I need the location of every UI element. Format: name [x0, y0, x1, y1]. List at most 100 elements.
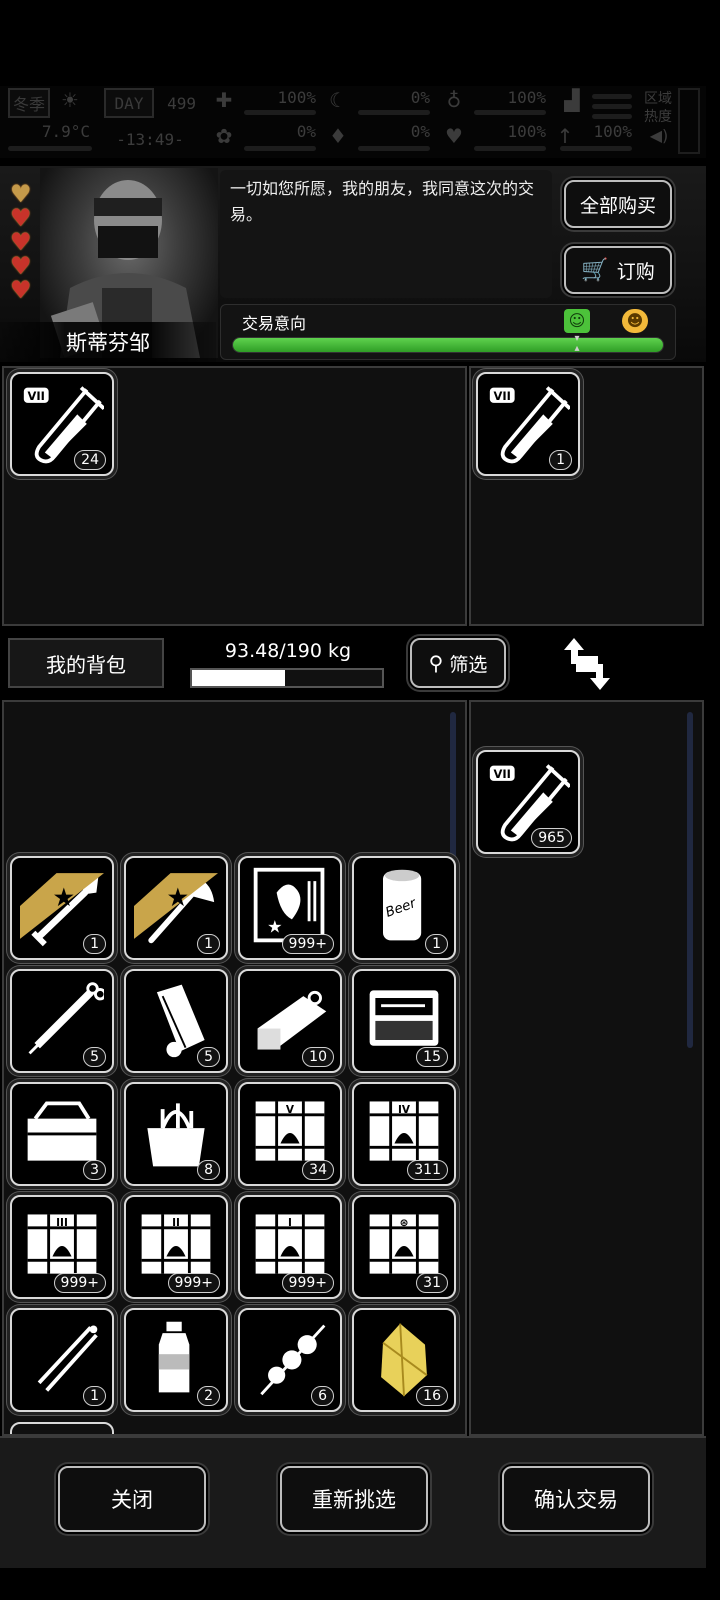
item-slot-zombie-card[interactable]: ★ 999+: [238, 856, 342, 960]
item-slot-axe[interactable]: ★ 1: [124, 856, 228, 960]
temperature-bar: [8, 146, 92, 151]
item-slot-bandage-roll[interactable]: 5: [124, 969, 228, 1073]
season-box: 冬季: [8, 88, 50, 118]
order-label: 订购: [616, 260, 655, 283]
item-quantity: 6: [311, 1386, 334, 1406]
trade-intent-fill: [233, 338, 663, 352]
zone-heat-meter: [678, 88, 700, 154]
item-quantity: 311: [407, 1160, 448, 1180]
mood-bar: [474, 146, 546, 151]
trade-intent-bar: [232, 337, 664, 353]
health-pct: 100%: [277, 88, 316, 107]
svg-text:VII: VII: [494, 767, 511, 781]
item-slot-gold-ore[interactable]: 16: [352, 1308, 456, 1412]
heart-icon: ♥: [10, 276, 32, 304]
boot-bar-2: [592, 104, 632, 109]
hunger-bar: [358, 110, 430, 115]
buy-all-button[interactable]: 全部购买: [564, 180, 672, 228]
svg-text:V: V: [286, 1104, 295, 1116]
item-slot-crate-v[interactable]: V 34: [238, 1082, 342, 1186]
item-slot-crate-i[interactable]: I 999+: [238, 1195, 342, 1299]
happy-face-icon: ☺: [564, 309, 590, 333]
item-slot-beer-can[interactable]: Beer 1: [352, 856, 456, 960]
item-slot-shovel[interactable]: ★ 1: [10, 856, 114, 960]
npc-dialog: 一切如您所愿，我的朋友，我同意这次的交易。: [220, 170, 552, 298]
thirst-bar: [358, 146, 430, 151]
item-slot-canned-food[interactable]: 10: [238, 969, 342, 1073]
sun-icon: ☀: [61, 88, 79, 112]
hunger-pct: 0%: [410, 88, 430, 107]
day-number: 499: [167, 94, 196, 113]
item-slot-toolbox[interactable]: 3: [10, 1082, 114, 1186]
boot-bar-3: [592, 114, 632, 119]
close-button[interactable]: 关闭: [58, 1466, 206, 1532]
item-quantity: 31: [416, 1273, 448, 1293]
item-slot-crate-ii[interactable]: II 999+: [124, 1195, 228, 1299]
intent-marker-icon: ▾ ▴: [574, 333, 580, 354]
item-slot-syringe[interactable]: 5: [10, 969, 114, 1073]
item-quantity: 5: [83, 1047, 106, 1067]
order-button[interactable]: 🛒 订购: [564, 246, 672, 294]
heart-icon: ♥: [445, 124, 463, 148]
season-label: 冬季: [12, 95, 45, 114]
item-slot-tool-kit[interactable]: 15: [352, 969, 456, 1073]
item-quantity: 999+: [167, 1273, 220, 1293]
heart-icon: ♥: [10, 252, 32, 280]
my-bag-label: 我的背包: [8, 638, 164, 688]
npc-name: 斯蒂芬邹: [0, 322, 216, 362]
heart-icon: ♥: [10, 228, 32, 256]
thirst-pct: 0%: [410, 122, 430, 141]
item-slot-crate-iv[interactable]: IV 311: [352, 1082, 456, 1186]
lung-icon: ♁: [446, 88, 462, 112]
inventory-scrollbar[interactable]: [450, 712, 456, 862]
offer-scrollbar[interactable]: [687, 712, 693, 1048]
arrow-up-icon: ↑: [556, 124, 574, 148]
zone-heat-label: 区域 热度: [644, 91, 672, 125]
svg-text:★: ★: [267, 918, 282, 938]
item-quantity: 1: [549, 450, 572, 470]
boot-bar-1: [592, 94, 632, 99]
day-label-box: DAY: [104, 88, 154, 118]
reselect-button[interactable]: 重新挑选: [280, 1466, 428, 1532]
item-quantity: 24: [74, 450, 106, 470]
item-quantity: 1: [83, 934, 106, 954]
speaker-icon: ◀): [649, 126, 669, 145]
item-quantity: 1: [83, 1386, 106, 1406]
item-slot-meat-skewer[interactable]: 6: [238, 1308, 342, 1412]
item-slot-vii-test-tube[interactable]: VII 24: [10, 372, 114, 476]
stomach-icon: ☾: [329, 88, 347, 112]
partial-slot-frame: [10, 1422, 114, 1434]
confirm-trade-button[interactable]: 确认交易: [502, 1466, 650, 1532]
svg-text:VII: VII: [28, 389, 45, 403]
filter-button[interactable]: ⚲ 筛选: [410, 638, 506, 688]
svg-text:★: ★: [166, 883, 189, 913]
grin-face-icon: ☻: [622, 309, 648, 333]
item-slot-vii-test-tube[interactable]: VII 965: [476, 750, 580, 854]
item-quantity: 15: [416, 1047, 448, 1067]
swap-arrows-icon[interactable]: [560, 634, 614, 694]
item-quantity: 965: [531, 828, 572, 848]
svg-text:III: III: [56, 1217, 68, 1229]
health-bar: [244, 110, 316, 115]
bleeding-pct: 0%: [296, 122, 316, 141]
item-slot-tongs[interactable]: 1: [10, 1308, 114, 1412]
item-slot-water-bottle[interactable]: 2: [124, 1308, 228, 1412]
item-quantity: 999+: [53, 1273, 106, 1293]
medkit-icon: ✚: [215, 88, 233, 112]
bag-weight-fill: [192, 670, 286, 686]
upgrade-bar: [560, 146, 632, 151]
svg-text:I: I: [288, 1217, 292, 1229]
item-slot-tool-bag[interactable]: 8: [124, 1082, 228, 1186]
item-slot-vii-test-tube[interactable]: VII 1: [476, 372, 580, 476]
item-quantity: 999+: [281, 934, 334, 954]
item-quantity: 3: [83, 1160, 106, 1180]
cart-icon: 🛒: [581, 257, 609, 283]
item-slot-crate-iii[interactable]: III 999+: [10, 1195, 114, 1299]
item-slot-crate-special[interactable]: ⊛ 31: [352, 1195, 456, 1299]
filter-label: 筛选: [449, 653, 488, 676]
heart-icon: ♥: [10, 180, 32, 208]
svg-text:★: ★: [52, 883, 75, 913]
svg-text:IV: IV: [398, 1104, 411, 1116]
item-quantity: 1: [197, 934, 220, 954]
bleeding-bar: [244, 146, 316, 151]
